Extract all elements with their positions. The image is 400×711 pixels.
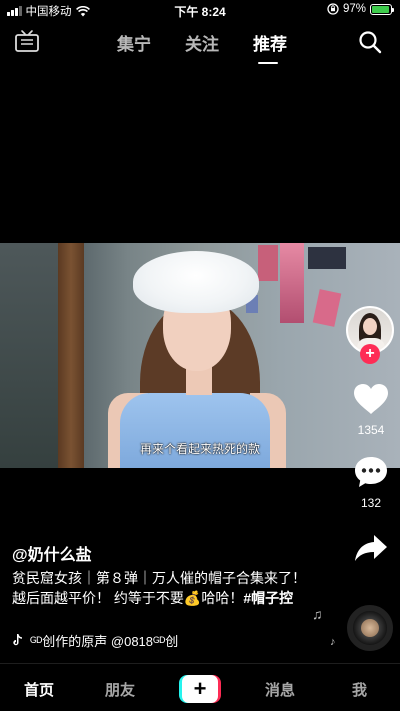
create-button[interactable]: + bbox=[179, 675, 221, 703]
comment-count: 132 bbox=[360, 496, 382, 510]
nav-me[interactable]: 我 bbox=[352, 679, 367, 700]
battery-icon bbox=[370, 3, 394, 15]
music-note-icon: ♪ bbox=[330, 636, 336, 648]
author-name[interactable]: @奶什么盐 bbox=[12, 541, 92, 565]
video-poster bbox=[280, 243, 304, 323]
video-doorframe bbox=[58, 243, 84, 468]
nav-home[interactable]: 首页 bbox=[24, 679, 54, 700]
video-poster bbox=[312, 289, 342, 327]
video-poster bbox=[258, 245, 278, 281]
music-note-icon: ♫ bbox=[312, 606, 323, 622]
comment-button[interactable]: 132 bbox=[346, 455, 396, 510]
create-plus-label[interactable]: + bbox=[182, 675, 218, 703]
creator-avatar[interactable]: + bbox=[346, 306, 394, 364]
video-hat bbox=[133, 251, 259, 313]
music-disc[interactable] bbox=[347, 605, 393, 651]
video-wall bbox=[0, 243, 58, 468]
nav-messages[interactable]: 消息 bbox=[265, 679, 295, 700]
comment-icon[interactable] bbox=[353, 455, 389, 489]
top-tabs: 集宁 关注 推荐 bbox=[0, 30, 400, 64]
status-bar: 中国移动 下午 8:24 97% bbox=[0, 0, 400, 20]
hashtag-link[interactable]: #帽子控 bbox=[243, 590, 293, 606]
video-player[interactable]: 再来个看起来热死的款 bbox=[0, 243, 400, 468]
nav-friends[interactable]: 朋友 bbox=[105, 679, 135, 700]
music-title: ᴳᴰ创作的原声 @0818ᴳᴰ创 bbox=[30, 633, 179, 649]
share-button[interactable] bbox=[346, 533, 396, 568]
video-description: 贫民窟女孩｜第８弹｜万人催的帽子合集来了！越后面越平价！ 约等于不要💰哈哈！#帽… bbox=[12, 568, 310, 608]
orientation-lock-icon bbox=[327, 3, 339, 15]
tab-following[interactable]: 关注 bbox=[181, 30, 219, 55]
bottom-nav: 首页 朋友 + 消息 我 bbox=[0, 663, 400, 711]
music-row[interactable]: ᴳᴰ创作的原声 @0818ᴳᴰ创 bbox=[12, 631, 212, 649]
tiktok-note-icon bbox=[13, 634, 22, 646]
like-button[interactable]: 1354 bbox=[346, 382, 396, 437]
follow-plus-icon[interactable]: + bbox=[360, 344, 380, 364]
top-nav: 集宁 关注 推荐 bbox=[0, 22, 400, 64]
battery-percent: 97% bbox=[342, 3, 366, 15]
heart-icon[interactable] bbox=[352, 382, 390, 416]
tab-recommended[interactable]: 推荐 bbox=[249, 30, 287, 64]
video-poster bbox=[308, 247, 346, 269]
video-subtitle: 再来个看起来热死的款 bbox=[139, 442, 260, 456]
share-arrow-icon[interactable] bbox=[353, 533, 389, 563]
search-icon[interactable] bbox=[358, 30, 382, 54]
tab-local[interactable]: 集宁 bbox=[113, 30, 151, 55]
status-right: 97% bbox=[327, 3, 394, 15]
like-count: 1354 bbox=[357, 423, 385, 437]
